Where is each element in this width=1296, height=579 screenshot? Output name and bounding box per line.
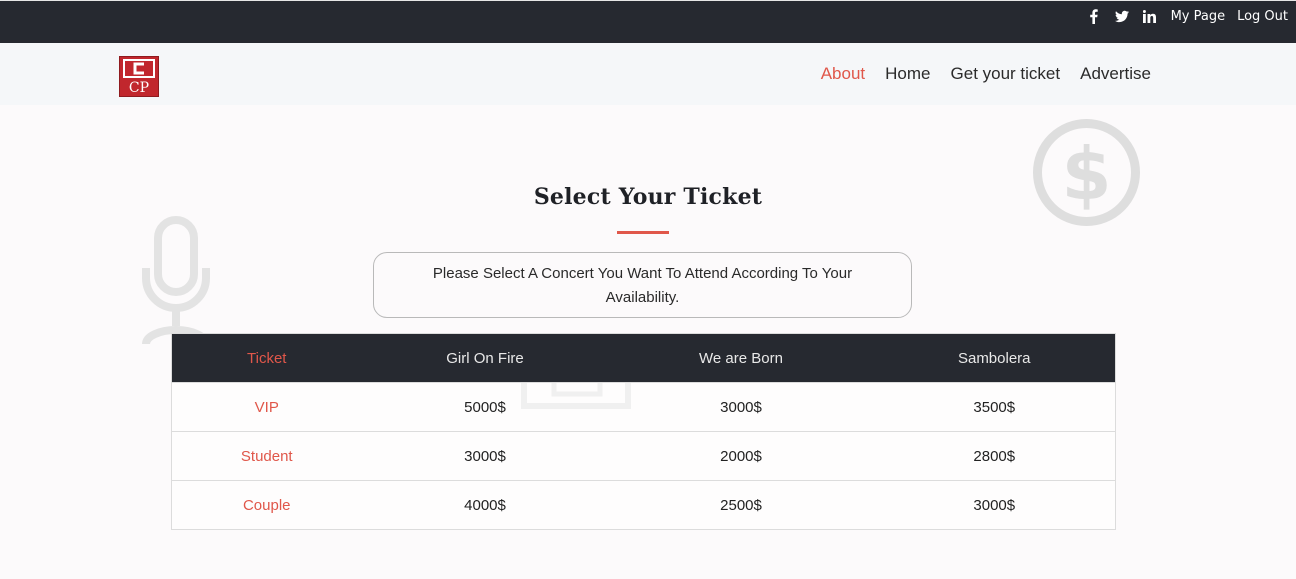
main-nav: About Home Get your ticket Advertise	[821, 43, 1151, 105]
price-cell[interactable]: 4000$	[361, 480, 609, 530]
notice-box: Please Select A Concert You Want To Atte…	[373, 252, 912, 318]
main-navbar: CP About Home Get your ticket Advertise	[0, 43, 1296, 105]
facebook-icon[interactable]	[1087, 8, 1101, 24]
ticket-type-label: VIP	[171, 382, 362, 432]
price-cell[interactable]: 5000$	[361, 382, 609, 432]
linkedin-icon[interactable]	[1143, 8, 1157, 24]
nav-item-home[interactable]: Home	[885, 64, 930, 84]
header-concert-we-are-born: We are Born	[608, 333, 874, 383]
price-cell[interactable]: 3500$	[873, 382, 1116, 432]
social-links	[1087, 8, 1157, 24]
top-bar: My Page Log Out	[0, 0, 1296, 43]
price-cell[interactable]: 2000$	[608, 431, 874, 481]
microphone-icon	[142, 216, 210, 345]
twitter-icon[interactable]	[1114, 8, 1129, 24]
nav-item-advertise[interactable]: Advertise	[1080, 64, 1151, 84]
price-cell[interactable]: 3000$	[873, 480, 1116, 530]
notice-text: Please Select A Concert You Want To Atte…	[432, 265, 853, 306]
ticket-type-label: Student	[171, 431, 362, 481]
price-cell[interactable]: 3000$	[608, 382, 874, 432]
header-ticket: Ticket	[171, 333, 362, 383]
top-bar-right: My Page Log Out	[1087, 1, 1288, 31]
svg-text:CP: CP	[129, 80, 149, 96]
table-row: Couple 4000$ 2500$ 3000$	[171, 480, 1116, 530]
price-cell[interactable]: 2500$	[608, 480, 874, 530]
nav-item-about[interactable]: About	[821, 64, 865, 84]
price-cell[interactable]: 2800$	[873, 431, 1116, 481]
nav-item-get-your-ticket[interactable]: Get your ticket	[951, 64, 1061, 84]
price-cell[interactable]: 3000$	[361, 431, 609, 481]
table-row: VIP 5000$ 3000$ 3500$	[171, 382, 1116, 432]
my-page-link[interactable]: My Page	[1171, 9, 1226, 24]
title-underline	[617, 231, 669, 234]
log-out-link[interactable]: Log Out	[1237, 9, 1288, 24]
page-title: Select Your Ticket	[533, 184, 763, 210]
ticket-table: Ticket Girl On Fire We are Born Samboler…	[171, 333, 1116, 530]
table-header-row: Ticket Girl On Fire We are Born Samboler…	[171, 333, 1116, 383]
header-concert-girl-on-fire: Girl On Fire	[361, 333, 609, 383]
header-concert-sambolera: Sambolera	[873, 333, 1116, 383]
dollar-coin-icon: $	[1033, 119, 1140, 226]
table-row: Student 3000$ 2000$ 2800$	[171, 431, 1116, 481]
site-logo[interactable]: CP	[119, 56, 159, 97]
ticket-type-label: Couple	[171, 480, 362, 530]
